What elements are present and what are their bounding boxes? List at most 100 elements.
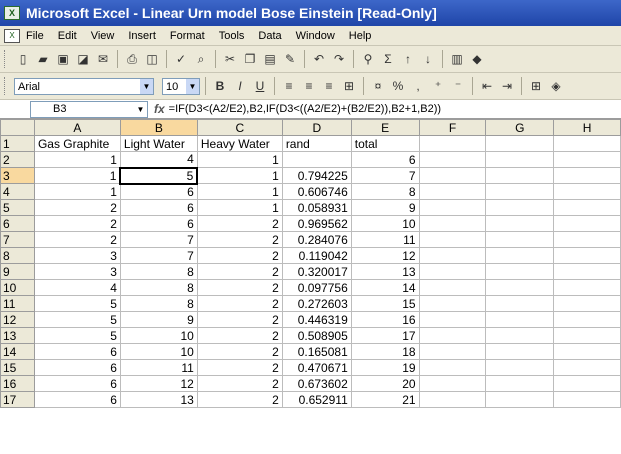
menu-data[interactable]: Data xyxy=(258,30,281,42)
cell[interactable]: Gas Graphite xyxy=(33,135,121,152)
menu-tools[interactable]: Tools xyxy=(219,30,245,42)
cell[interactable] xyxy=(485,231,555,248)
cell[interactable]: 11 xyxy=(350,231,420,248)
cell[interactable] xyxy=(553,167,621,184)
cell[interactable] xyxy=(553,391,621,408)
cell[interactable]: 2 xyxy=(196,327,283,344)
column-header-g[interactable]: G xyxy=(485,119,555,136)
row-header[interactable]: 8 xyxy=(0,247,35,264)
cell[interactable]: 12 xyxy=(350,247,420,264)
cell[interactable]: 1 xyxy=(196,199,283,216)
cell[interactable] xyxy=(418,327,487,344)
comma-style-icon[interactable]: , xyxy=(409,77,427,95)
cell[interactable] xyxy=(485,359,555,376)
column-header-e[interactable]: E xyxy=(350,119,420,136)
cell[interactable] xyxy=(485,199,555,216)
column-header-a[interactable]: A xyxy=(33,119,121,136)
cell[interactable]: 8 xyxy=(119,263,198,280)
cell[interactable]: 6 xyxy=(350,151,420,168)
cell[interactable]: 1 xyxy=(196,183,283,200)
cell[interactable]: 10 xyxy=(119,343,198,360)
increase-decimal-icon[interactable]: ⁺ xyxy=(429,77,447,95)
paste-icon[interactable]: ▤ xyxy=(261,50,279,68)
cell[interactable]: 2 xyxy=(33,215,121,232)
cell[interactable] xyxy=(485,247,555,264)
cell[interactable] xyxy=(553,311,621,328)
row-header[interactable]: 15 xyxy=(0,359,35,376)
cell[interactable]: 2 xyxy=(196,247,283,264)
cell[interactable]: 5 xyxy=(33,311,121,328)
cell[interactable]: 6 xyxy=(119,215,198,232)
cell[interactable] xyxy=(485,183,555,200)
drawing-icon[interactable]: ◆ xyxy=(468,50,486,68)
cell[interactable]: 2 xyxy=(196,391,283,408)
cell[interactable]: 4 xyxy=(33,279,121,296)
decrease-indent-icon[interactable]: ⇤ xyxy=(478,77,496,95)
row-header[interactable]: 10 xyxy=(0,279,35,296)
cell[interactable] xyxy=(485,375,555,392)
cell[interactable]: 3 xyxy=(33,247,121,264)
column-header-h[interactable]: H xyxy=(553,119,621,136)
underline-icon[interactable]: U xyxy=(251,77,269,95)
cell[interactable] xyxy=(418,183,487,200)
menu-window[interactable]: Window xyxy=(296,30,335,42)
cell[interactable]: 0.470671 xyxy=(281,359,352,376)
sort-descending-icon[interactable]: ↓ xyxy=(419,50,437,68)
align-left-icon[interactable]: ≡ xyxy=(280,77,298,95)
cell[interactable]: 0.673602 xyxy=(281,375,352,392)
cell[interactable]: 13 xyxy=(119,391,198,408)
column-header-c[interactable]: C xyxy=(196,119,283,136)
name-box[interactable]: B3 ▼ xyxy=(30,100,148,118)
cell[interactable]: 21 xyxy=(350,391,420,408)
borders-icon[interactable]: ⊞ xyxy=(527,77,545,95)
row-header[interactable]: 1 xyxy=(0,135,35,152)
row-header[interactable]: 5 xyxy=(0,199,35,216)
font-name-select[interactable]: Arial ▼ xyxy=(14,77,154,95)
cell[interactable] xyxy=(553,263,621,280)
cell[interactable]: 1 xyxy=(33,151,121,168)
cell[interactable]: 3 xyxy=(33,263,121,280)
new-icon[interactable]: ▯ xyxy=(14,50,32,68)
cell[interactable] xyxy=(485,135,555,152)
cell[interactable] xyxy=(553,375,621,392)
column-header-f[interactable]: F xyxy=(418,119,487,136)
cell[interactable]: 2 xyxy=(196,295,283,312)
cell[interactable] xyxy=(418,231,487,248)
autosum-icon[interactable]: Σ xyxy=(379,50,397,68)
print-icon[interactable]: ⎙ xyxy=(123,50,141,68)
hyperlink-icon[interactable]: ⚲ xyxy=(359,50,377,68)
align-center-icon[interactable]: ≡ xyxy=(300,77,318,95)
cell[interactable]: 0.272603 xyxy=(281,295,352,312)
cell[interactable]: 2 xyxy=(196,263,283,280)
cell[interactable] xyxy=(418,135,487,152)
cell[interactable] xyxy=(418,167,487,184)
row-header[interactable]: 4 xyxy=(0,183,35,200)
cell[interactable]: 0.284076 xyxy=(281,231,352,248)
cell[interactable] xyxy=(485,311,555,328)
cell[interactable]: 2 xyxy=(33,199,121,216)
cell[interactable] xyxy=(418,151,487,168)
spelling-icon[interactable]: ✓ xyxy=(172,50,190,68)
cell[interactable]: 18 xyxy=(350,343,420,360)
cell[interactable] xyxy=(418,279,487,296)
cell[interactable]: 6 xyxy=(33,343,121,360)
cell[interactable]: 1 xyxy=(196,151,283,168)
cell[interactable] xyxy=(418,343,487,360)
cell[interactable]: 0.969562 xyxy=(281,215,352,232)
row-header[interactable]: 3 xyxy=(0,167,35,184)
cell[interactable] xyxy=(553,231,621,248)
percent-style-button[interactable]: % xyxy=(389,77,407,95)
font-size-select[interactable]: 10 ▼ xyxy=(162,77,200,95)
cell[interactable]: 7 xyxy=(119,231,198,248)
cell[interactable] xyxy=(485,263,555,280)
cell[interactable]: 0.165081 xyxy=(281,343,352,360)
insert-function-icon[interactable]: fx xyxy=(154,102,165,116)
cell[interactable]: 9 xyxy=(350,199,420,216)
research-icon[interactable]: ⌕ xyxy=(192,50,210,68)
column-header-b[interactable]: B xyxy=(119,119,198,136)
cell[interactable]: 6 xyxy=(119,183,198,200)
row-header[interactable]: 17 xyxy=(0,391,35,408)
row-header[interactable]: 6 xyxy=(0,215,35,232)
cell[interactable] xyxy=(485,151,555,168)
email-icon[interactable]: ✉ xyxy=(94,50,112,68)
